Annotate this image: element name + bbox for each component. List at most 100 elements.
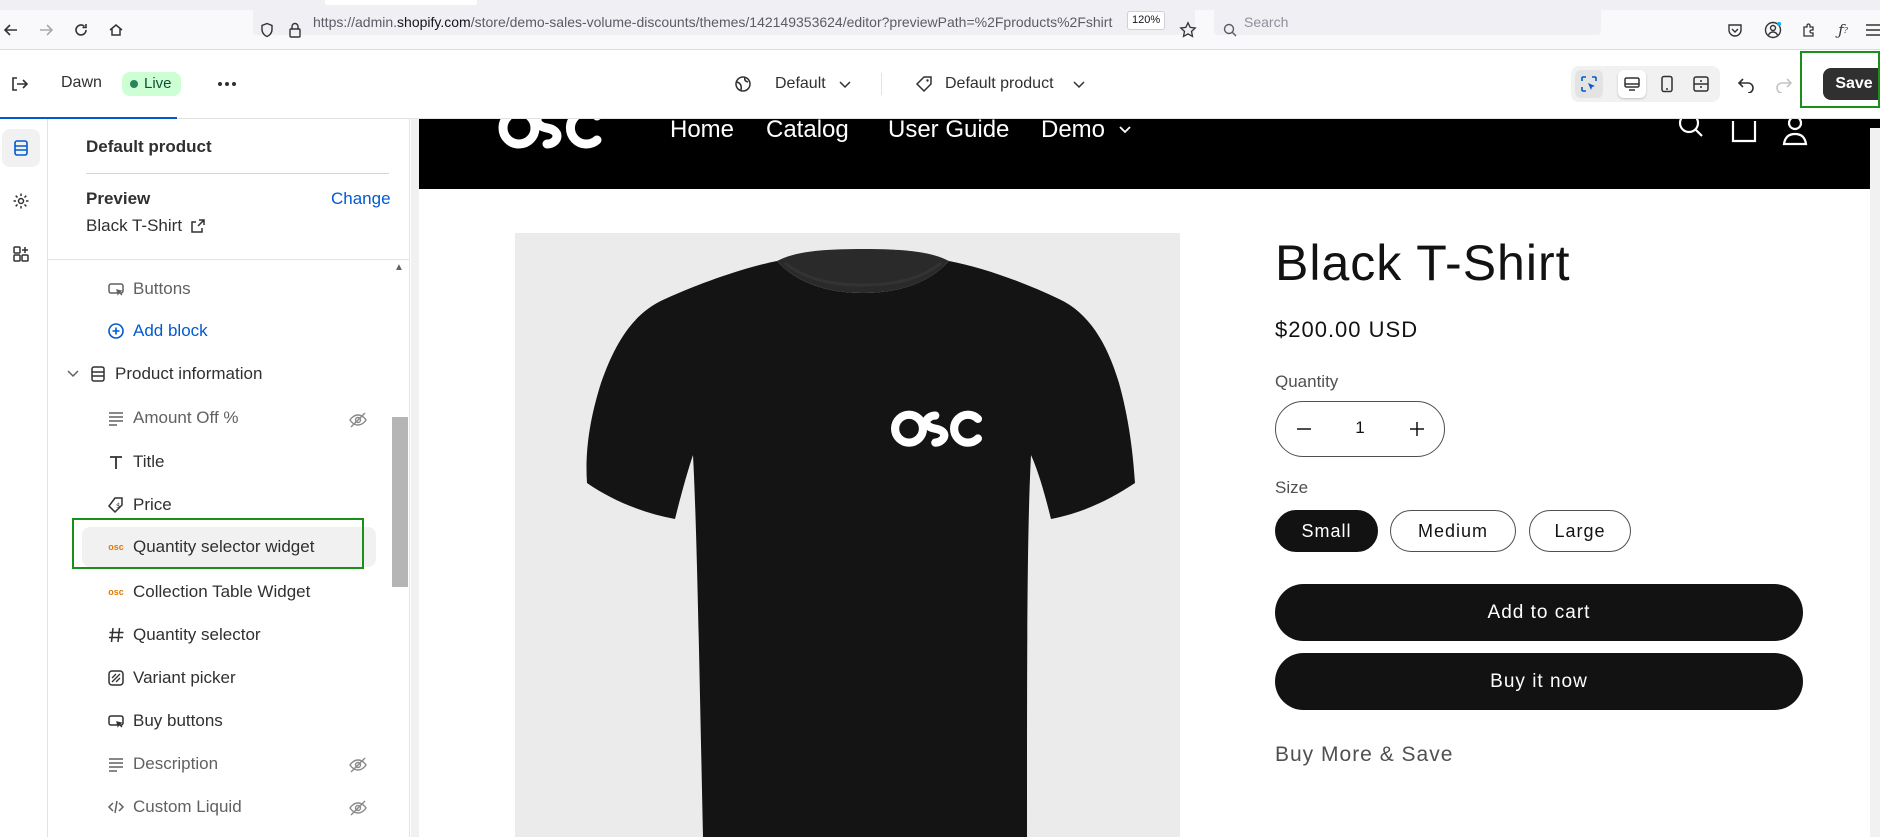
- exit-icon[interactable]: [8, 73, 30, 95]
- block-quantity-selector[interactable]: Quantity selector: [106, 615, 261, 655]
- buy-it-now-button[interactable]: Buy it now: [1275, 653, 1803, 710]
- size-option-small[interactable]: Small: [1275, 510, 1378, 552]
- external-link-icon[interactable]: [190, 218, 206, 234]
- add-to-cart-button[interactable]: Add to cart: [1275, 584, 1803, 641]
- add-block-button[interactable]: Add block: [106, 311, 208, 351]
- section-product-information[interactable]: Product information: [66, 354, 262, 394]
- buy-more-save-heading: Buy More & Save: [1275, 743, 1454, 766]
- text-lines-icon: [106, 408, 126, 428]
- apps-icon[interactable]: [2, 235, 40, 273]
- template-select[interactable]: Default: [775, 75, 826, 93]
- product-image[interactable]: [515, 233, 1180, 837]
- theme-name: Dawn: [61, 74, 102, 91]
- menu-icon[interactable]: [1862, 19, 1880, 41]
- page-select[interactable]: Default product: [945, 75, 1054, 93]
- cart-icon[interactable]: [1730, 119, 1758, 150]
- block-label: Title: [133, 452, 165, 471]
- inspector-select-icon[interactable]: [1575, 70, 1603, 98]
- eye-hidden-icon[interactable]: [348, 755, 368, 775]
- buttons-icon: [106, 279, 126, 299]
- quantity-decrease-button[interactable]: [1276, 401, 1332, 457]
- back-icon[interactable]: [0, 19, 22, 41]
- forward-icon[interactable]: [35, 19, 57, 41]
- home-icon[interactable]: [105, 19, 127, 41]
- block-label: Description: [133, 754, 219, 773]
- extensions-icon[interactable]: [1798, 19, 1820, 41]
- scroll-up-icon[interactable]: ▲: [394, 262, 404, 273]
- title-t-icon: [106, 452, 126, 472]
- tracking-shield-icon[interactable]: [256, 19, 278, 41]
- store-nav-catalog[interactable]: Catalog: [766, 116, 849, 144]
- minus-icon: [1297, 428, 1311, 430]
- search-icon: [1219, 19, 1241, 41]
- bookmark-star-icon[interactable]: [1177, 19, 1199, 41]
- mobile-view-icon[interactable]: [1653, 70, 1681, 98]
- block-amount-off[interactable]: Amount Off %: [106, 398, 239, 438]
- highlight-box-quantity-widget: [72, 518, 364, 569]
- quantity-input[interactable]: 1: [1345, 418, 1375, 438]
- preview-scrollbar[interactable]: [1870, 128, 1880, 837]
- block-title[interactable]: Title: [106, 442, 165, 482]
- section-icon: [88, 364, 108, 384]
- quantity-increase-button[interactable]: [1389, 401, 1445, 457]
- highlight-box-save: [1800, 51, 1880, 108]
- block-label: Amount Off %: [133, 408, 239, 427]
- redo-icon[interactable]: [1773, 73, 1795, 95]
- store-nav-home[interactable]: Home: [670, 116, 734, 144]
- block-variant-picker[interactable]: Variant picker: [106, 658, 236, 698]
- chevron-down-icon[interactable]: [1118, 122, 1132, 140]
- undo-icon[interactable]: [1735, 73, 1757, 95]
- block-buttons[interactable]: Buttons: [106, 269, 191, 309]
- theme-settings-gear-icon[interactable]: [2, 182, 40, 220]
- block-label: Quantity selector: [133, 625, 261, 644]
- preview-label: Preview: [86, 189, 151, 208]
- eye-hidden-icon[interactable]: [348, 410, 368, 430]
- block-label: Buttons: [133, 279, 191, 298]
- block-custom-liquid[interactable]: Custom Liquid: [106, 787, 242, 827]
- text-lines-icon: [106, 754, 126, 774]
- add-circle-icon: [106, 321, 126, 341]
- block-description[interactable]: Description: [106, 744, 218, 784]
- fullscreen-view-icon[interactable]: [1687, 70, 1715, 98]
- store-nav-user-guide[interactable]: User Guide: [888, 116, 1009, 144]
- block-collection-table-widget[interactable]: osc Collection Table Widget: [106, 572, 310, 612]
- size-option-medium[interactable]: Medium: [1390, 510, 1516, 552]
- zoom-level[interactable]: 120%: [1127, 11, 1166, 30]
- chevron-down-icon[interactable]: [834, 74, 856, 96]
- lock-icon[interactable]: [284, 19, 306, 41]
- block-label: Variant picker: [133, 668, 236, 687]
- price-tag-icon[interactable]: [913, 73, 935, 95]
- preview-product[interactable]: Black T-Shirt: [86, 216, 206, 236]
- store-logo[interactable]: [497, 119, 607, 156]
- size-option-large[interactable]: Large: [1529, 510, 1631, 552]
- sidebar-scrollbar-thumb[interactable]: [392, 417, 408, 587]
- store-nav-demo[interactable]: Demo: [1041, 116, 1105, 144]
- product-price: $200.00 USD: [1275, 317, 1419, 342]
- more-actions-icon[interactable]: [216, 73, 238, 95]
- osc-app-icon: osc: [108, 587, 124, 597]
- account-icon[interactable]: [1762, 19, 1784, 41]
- eye-hidden-icon[interactable]: [348, 798, 368, 818]
- editor-left-rail: [0, 119, 48, 837]
- price-tag-icon: $: [106, 495, 126, 515]
- reload-icon[interactable]: [70, 19, 92, 41]
- svg-text:$: $: [116, 502, 120, 510]
- chevron-down-icon[interactable]: [66, 364, 80, 384]
- globe-icon[interactable]: [732, 73, 754, 95]
- change-preview-link[interactable]: Change: [331, 189, 391, 209]
- block-buy-buttons[interactable]: Buy buttons: [106, 701, 223, 741]
- store-search-icon[interactable]: [1678, 112, 1704, 146]
- pocket-icon[interactable]: [1724, 19, 1746, 41]
- browser-search-placeholder: Search: [1244, 14, 1289, 30]
- chevron-down-icon[interactable]: [1068, 74, 1090, 96]
- function-icon[interactable]: ƒ?: [1832, 19, 1854, 41]
- block-label: Price: [133, 495, 172, 514]
- sidebar-title: Default product: [86, 137, 212, 156]
- url-text[interactable]: https://admin.shopify.com/store/demo-sal…: [313, 14, 1112, 30]
- sections-icon[interactable]: [2, 129, 40, 167]
- desktop-view-icon[interactable]: [1618, 70, 1646, 98]
- store-header: [419, 119, 1880, 189]
- section-label: Product information: [115, 364, 263, 383]
- variant-icon: [106, 668, 126, 688]
- store-account-icon[interactable]: [1782, 115, 1808, 152]
